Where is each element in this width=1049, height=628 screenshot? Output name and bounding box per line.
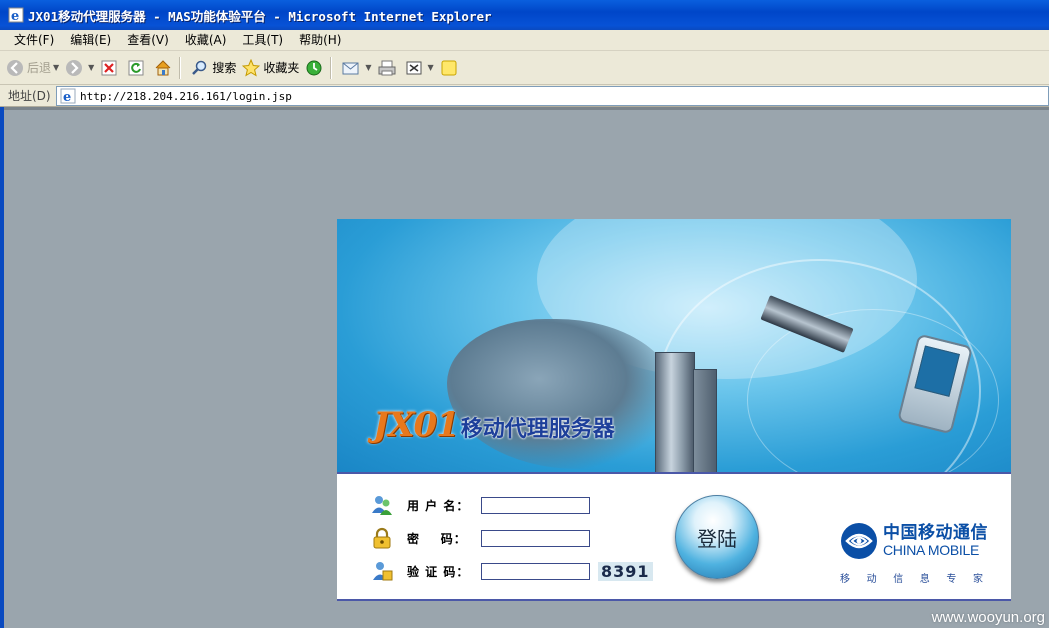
captcha-row: 验 证 码： 8391: [371, 558, 653, 584]
star-icon: [242, 58, 261, 77]
refresh-icon: [128, 60, 144, 75]
slogan-char: 信: [893, 574, 904, 585]
messenger-button[interactable]: [440, 59, 461, 77]
watermark: www.wooyun.org: [931, 609, 1045, 626]
edit-button[interactable]: ▼: [405, 59, 434, 77]
back-label: 后退: [27, 61, 52, 75]
menu-file[interactable]: 文件(F): [6, 30, 62, 50]
login-button[interactable]: 登陆: [675, 495, 759, 579]
window-titlebar[interactable]: e JX01移动代理服务器 - MAS功能体验平台 - Microsoft In…: [0, 0, 1049, 30]
form-bottom-border: [337, 599, 1011, 601]
favorites-button[interactable]: 收藏夹: [242, 58, 300, 77]
users-icon: [372, 496, 392, 515]
edit-dropdown-icon[interactable]: ▼: [428, 63, 434, 72]
password-label: 密 码：: [407, 531, 467, 546]
slogan-char: 专: [946, 574, 957, 585]
menu-bar: 文件(F) 编辑(E) 查看(V) 收藏(A) 工具(T) 帮助(H): [0, 30, 1049, 51]
lock-icon: [373, 527, 391, 549]
menu-edit[interactable]: 编辑(E): [62, 30, 119, 50]
server-tower-image: [655, 352, 695, 472]
brand-name-en: CHINA MOBILE: [883, 542, 979, 558]
login-form: 用 户 名： 密 码： 验 证 码： 8391 登陆 中国移动通信 CHINA …: [337, 472, 1011, 601]
toolbar-separator: [330, 56, 333, 79]
back-dropdown-icon[interactable]: ▼: [53, 63, 59, 72]
password-row: 密 码：: [371, 525, 590, 551]
address-url: http://218.204.216.161/login.jsp: [80, 89, 292, 103]
edit-page-icon: [406, 61, 422, 74]
home-icon: [155, 59, 171, 75]
product-name: 移动代理服务器: [460, 417, 615, 442]
printer-icon: [378, 60, 396, 75]
page-ie-icon: e: [60, 88, 76, 104]
slogan-char: 息: [919, 574, 930, 585]
login-panel: JX01 移动代理服务器 用 户 名： 密 码： 验 证 码： 8391 登陆 …: [337, 219, 1011, 601]
forward-button[interactable]: ▼: [65, 59, 94, 77]
internet-explorer-icon: e: [8, 7, 24, 23]
stop-icon: [101, 60, 117, 75]
menu-favorites[interactable]: 收藏(A): [177, 30, 235, 50]
history-button[interactable]: [305, 59, 326, 77]
server-tower-image: [693, 369, 717, 472]
search-button[interactable]: 搜索: [191, 59, 236, 77]
back-arrow-icon: [7, 59, 23, 76]
window-left-border: [0, 107, 4, 628]
product-brand: JX01 移动代理服务器: [373, 405, 615, 445]
username-row: 用 户 名：: [371, 492, 590, 518]
slogan-char: 家: [972, 574, 983, 585]
home-button[interactable]: [154, 59, 175, 77]
history-icon: [306, 60, 322, 75]
slogan-char: 动: [866, 574, 877, 585]
toolbar: 后退 ▼ ▼ 搜索 收藏夹 ▼ ▼: [0, 51, 1049, 85]
stop-button[interactable]: [100, 59, 121, 77]
menu-tools[interactable]: 工具(T): [234, 30, 291, 50]
brand-name-cn: 中国移动通信: [883, 523, 988, 543]
refresh-button[interactable]: [127, 59, 148, 77]
password-input[interactable]: [481, 529, 590, 547]
slogan-char: 移: [840, 574, 850, 585]
menu-view[interactable]: 查看(V): [119, 30, 177, 50]
mail-icon: [342, 62, 359, 74]
forward-arrow-icon: [66, 59, 83, 76]
china-mobile-mark-icon: [841, 523, 877, 559]
username-input[interactable]: [481, 496, 590, 514]
address-input[interactable]: e http://218.204.216.161/login.jsp: [56, 86, 1049, 106]
china-mobile-logo: 中国移动通信 CHINA MOBILE: [840, 522, 988, 560]
window-title: JX01移动代理服务器 - MAS功能体验平台 - Microsoft Inte…: [28, 8, 492, 24]
search-label: 搜索: [212, 61, 237, 75]
login-banner: JX01 移动代理服务器: [337, 219, 1011, 472]
mail-dropdown-icon[interactable]: ▼: [365, 63, 371, 72]
product-logo: JX01: [373, 405, 460, 445]
mail-button[interactable]: ▼: [342, 59, 372, 77]
favorites-label: 收藏夹: [263, 61, 300, 75]
svg-text:e: e: [63, 90, 71, 104]
page-content: JX01 移动代理服务器 用 户 名： 密 码： 验 证 码： 8391 登陆 …: [0, 107, 1049, 628]
captcha-label: 验 证 码：: [407, 564, 470, 579]
address-bar: 地址(D) e http://218.204.216.161/login.jsp: [0, 85, 1049, 107]
search-icon: [192, 60, 207, 75]
captcha-image[interactable]: 8391: [598, 561, 653, 581]
print-button[interactable]: [378, 59, 399, 77]
page-top-border: [4, 107, 1049, 110]
note-icon: [441, 60, 457, 75]
address-label: 地址(D): [8, 89, 51, 103]
username-label: 用 户 名：: [407, 498, 470, 513]
svg-text:e: e: [11, 9, 19, 23]
menu-help[interactable]: 帮助(H): [291, 30, 349, 50]
toolbar-separator: [179, 56, 182, 79]
back-button[interactable]: 后退 ▼: [6, 59, 59, 77]
verification-user-icon: [373, 562, 393, 581]
captcha-input[interactable]: [481, 562, 590, 580]
brand-slogan: 移 动 信 息 专 家: [840, 570, 983, 585]
forward-dropdown-icon[interactable]: ▼: [88, 63, 94, 72]
